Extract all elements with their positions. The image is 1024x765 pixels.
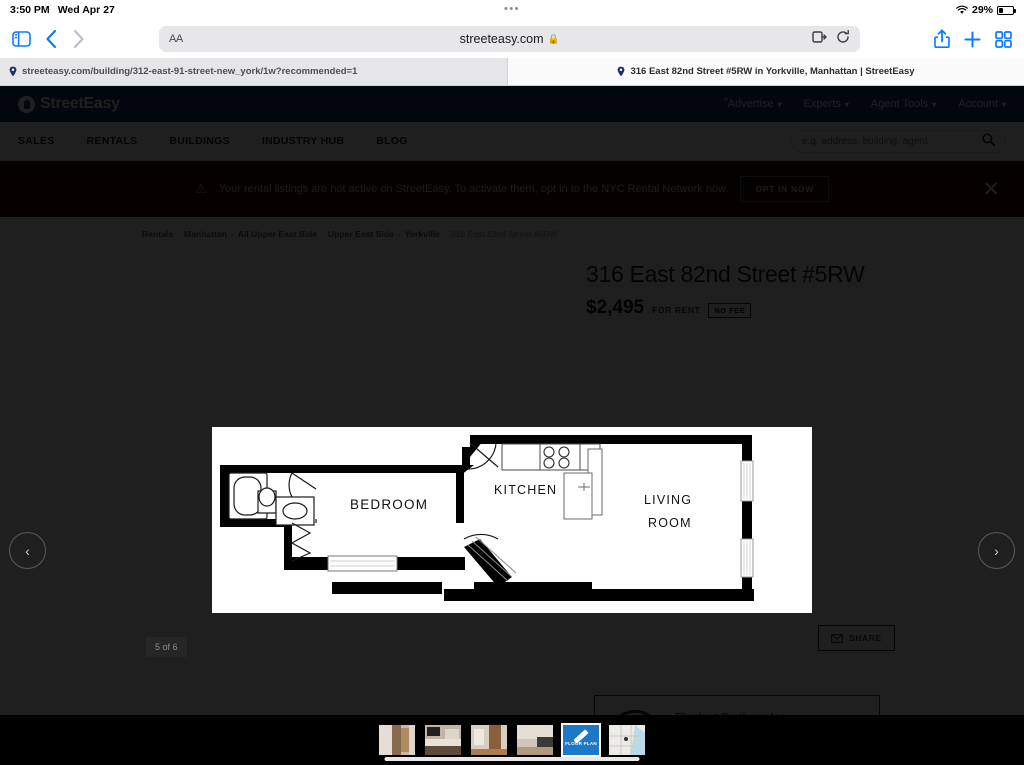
tab-overview-icon[interactable] [995, 30, 1012, 48]
kitchen-label: KITCHEN [494, 483, 557, 497]
url-text: streeteasy.com [459, 32, 544, 46]
browser-tab-inactive[interactable]: streeteasy.com/building/312-east-91-stre… [0, 58, 525, 85]
status-bar: 3:50 PM Wed Apr 27 ••• 29% [0, 0, 1024, 20]
browser-tab-active[interactable]: 316 East 82nd Street #5RW in Yorkville, … [508, 58, 1024, 85]
floor-plan-image[interactable]: BEDROOM KITCHEN LIVING ROOM [212, 427, 812, 613]
tab-title: 316 East 82nd Street #5RW in Yorkville, … [630, 66, 915, 77]
thumbnail-photo-room[interactable] [471, 725, 507, 755]
url-display: streeteasy.com 🔒 [159, 32, 860, 46]
share-icon[interactable] [934, 29, 950, 49]
battery-icon [997, 5, 1016, 15]
sidebar-icon[interactable] [12, 31, 31, 47]
status-bar-left: 3:50 PM Wed Apr 27 [10, 4, 115, 16]
living-room-label-1: LIVING [644, 493, 692, 507]
thumbnail-photo-kitchen[interactable] [425, 725, 461, 755]
home-indicator [384, 757, 640, 761]
thumbnail-photo-bathroom[interactable] [517, 725, 553, 755]
web-page: StreetEasy Advertise ▾ Experts ▾ Agent T… [0, 86, 1024, 765]
location-pin-icon [618, 66, 625, 77]
forward-icon [72, 29, 85, 49]
wifi-icon [956, 5, 968, 14]
status-bar-right: 29% [956, 4, 1016, 16]
location-pin-icon [9, 66, 17, 77]
gallery-next-button[interactable]: › [978, 532, 1015, 569]
chevron-right-icon: › [994, 542, 999, 559]
back-icon[interactable] [45, 29, 58, 49]
gallery-counter: 5 of 6 [146, 637, 187, 657]
safari-toolbar: AA streeteasy.com 🔒 [0, 20, 1024, 58]
address-bar[interactable]: AA streeteasy.com 🔒 [159, 26, 860, 52]
floor-plan-drawing: BEDROOM KITCHEN LIVING ROOM [212, 427, 812, 613]
battery-percent: 29% [971, 4, 993, 16]
new-tab-icon[interactable] [964, 31, 981, 48]
ipad-safari-screen: 3:50 PM Wed Apr 27 ••• 29% AA streeteasy… [0, 0, 1024, 765]
gallery-lightbox-overlay[interactable] [0, 86, 1024, 765]
thumbnail-floor-plan[interactable]: FLOOR PLAN [561, 723, 601, 757]
clock: 3:50 PM [10, 4, 50, 16]
multitask-dots-icon[interactable]: ••• [504, 4, 520, 15]
chevron-left-icon: ‹ [25, 542, 30, 559]
living-room-label-2: ROOM [648, 516, 692, 530]
lock-icon: 🔒 [547, 33, 560, 45]
tab-title: streeteasy.com/building/312-east-91-stre… [22, 66, 358, 77]
tab-bar: streeteasy.com/building/312-east-91-stre… [0, 58, 1024, 86]
gallery-prev-button[interactable]: ‹ [9, 532, 46, 569]
thumbnail-map[interactable] [609, 725, 645, 755]
thumbnail-photo-hallway[interactable] [379, 725, 415, 755]
bedroom-label: BEDROOM [350, 497, 428, 512]
thumbnail-label: FLOOR PLAN [565, 741, 597, 746]
date: Wed Apr 27 [57, 4, 115, 16]
